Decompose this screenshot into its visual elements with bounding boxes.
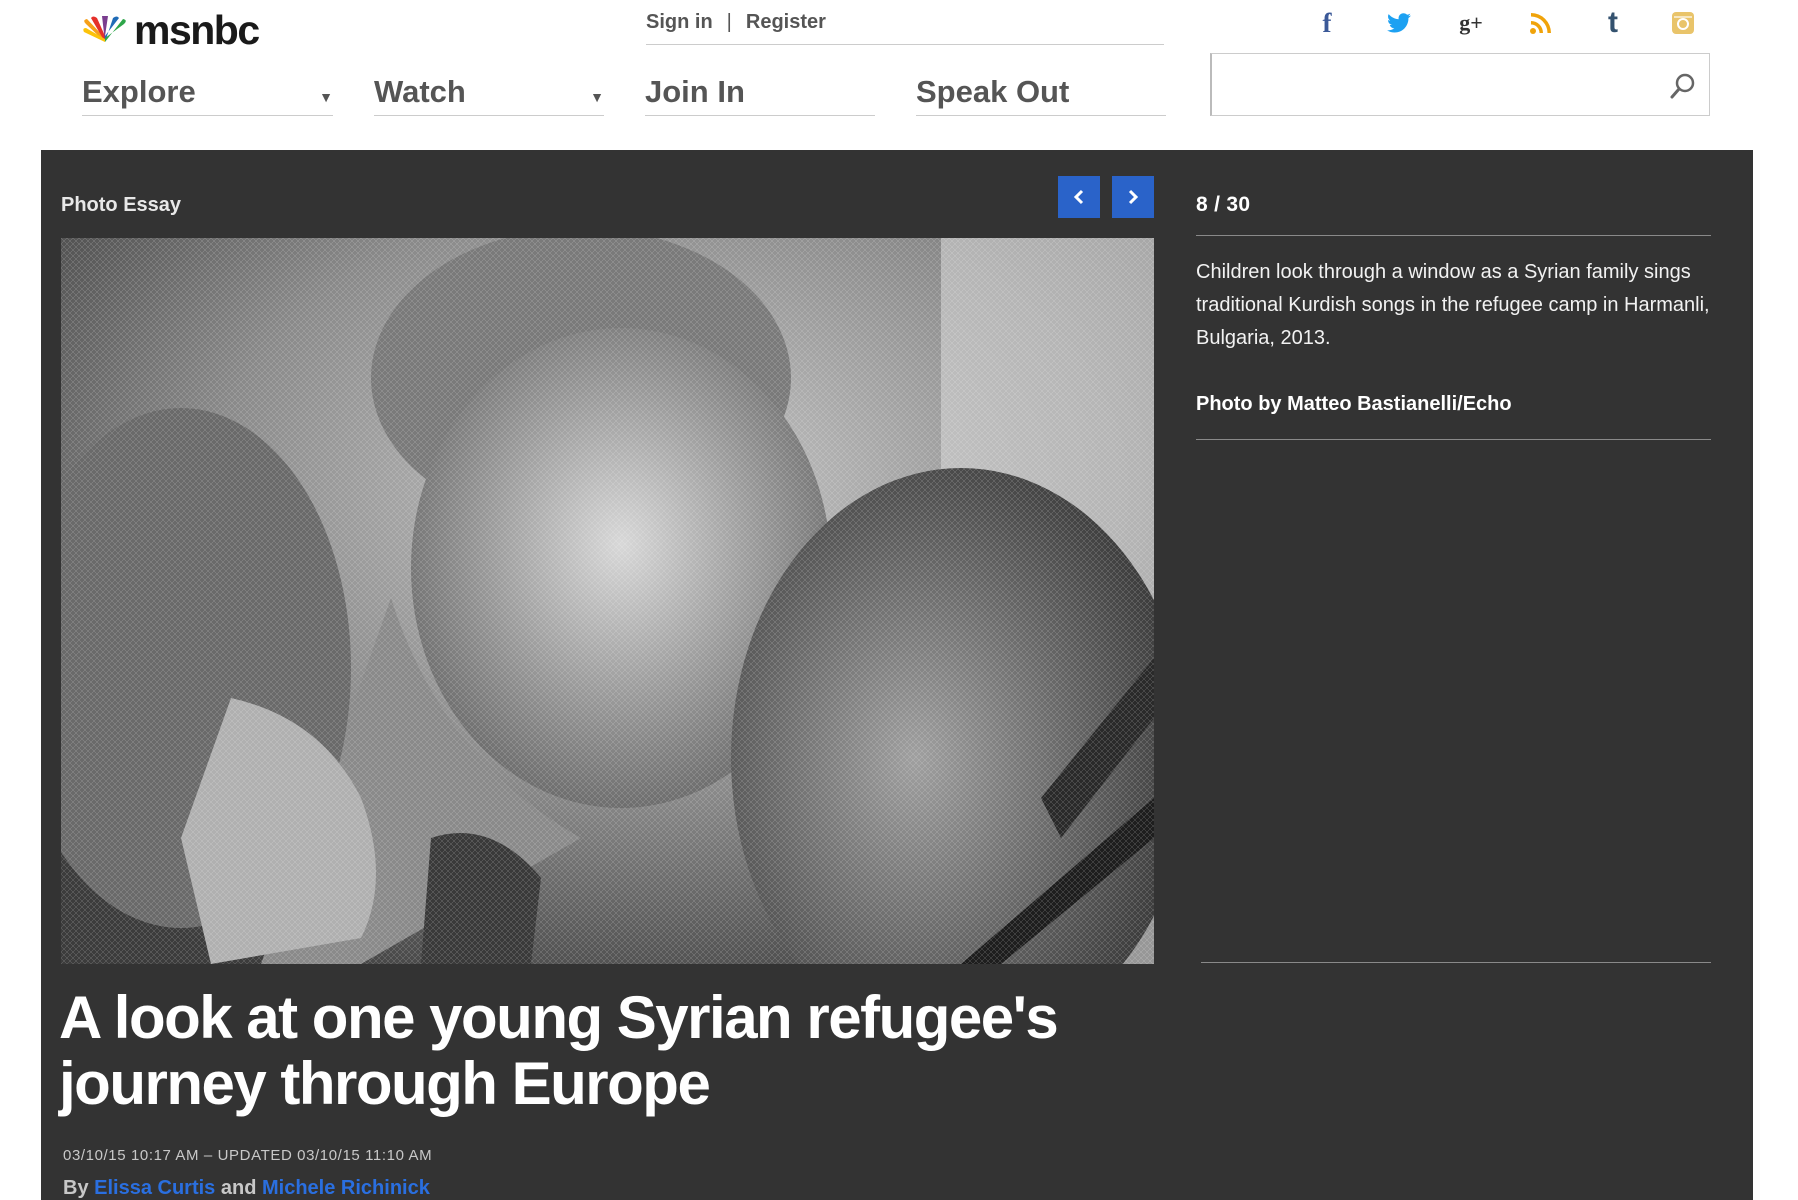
search-box: [1210, 53, 1710, 116]
sign-in-link[interactable]: Sign in: [646, 11, 713, 34]
section-label: Photo Essay: [61, 194, 182, 216]
nav-join-in-label: Join In: [645, 73, 745, 109]
search-icon[interactable]: [1669, 72, 1697, 100]
nav-speak-out-label: Speak Out: [916, 73, 1070, 109]
photo-counter: 8 / 30: [1196, 193, 1251, 216]
author-link-michele-richinick[interactable]: Michele Richinick: [262, 1177, 430, 1199]
rss-icon[interactable]: [1524, 6, 1558, 40]
register-link[interactable]: Register: [746, 11, 826, 34]
photo-essay-panel: Photo Essay 8 / 30 Children look through…: [41, 150, 1753, 1200]
social-links: f g+ t: [1310, 6, 1710, 40]
logo-text: msnbc: [134, 6, 260, 53]
account-links: Sign in | Register: [646, 0, 1164, 45]
nav-join-in[interactable]: Join In: [645, 68, 875, 116]
divider: [1196, 439, 1711, 440]
nav-watch-label: Watch: [374, 73, 466, 109]
byline-prefix: By: [63, 1177, 89, 1199]
msnbc-logo[interactable]: msnbc: [82, 6, 260, 53]
article-dateline: 03/10/15 10:17 AM – UPDATED 03/10/15 11:…: [63, 1147, 433, 1164]
tumblr-icon[interactable]: t: [1596, 6, 1630, 40]
nav-speak-out[interactable]: Speak Out: [916, 68, 1166, 116]
peacock-logo-icon: [82, 16, 128, 44]
photo-credit: Photo by Matteo Bastianelli/Echo: [1196, 393, 1512, 415]
nav-explore-label: Explore: [82, 73, 196, 109]
children-behind-window-photo: [61, 238, 1154, 964]
search-input[interactable]: [1212, 54, 1652, 114]
next-photo-button[interactable]: [1112, 176, 1154, 218]
instagram-icon[interactable]: [1666, 6, 1700, 40]
chevron-down-icon: ▼: [590, 88, 604, 105]
twitter-icon[interactable]: [1382, 6, 1416, 40]
gallery-photo[interactable]: [61, 238, 1154, 964]
author-link-elissa-curtis[interactable]: Elissa Curtis: [94, 1177, 215, 1199]
chevron-left-icon: [1073, 189, 1084, 205]
nav-explore[interactable]: Explore ▼: [82, 68, 333, 116]
chevron-down-icon: ▼: [319, 88, 333, 105]
byline-conjunction: and: [220, 1177, 257, 1199]
account-separator: |: [726, 10, 732, 33]
previous-photo-button[interactable]: [1058, 176, 1100, 218]
chevron-right-icon: [1128, 189, 1139, 205]
photo-caption: Children look through a window as a Syri…: [1196, 261, 1710, 349]
divider: [1201, 962, 1711, 963]
google-plus-icon[interactable]: g+: [1454, 6, 1488, 40]
article-headline: A look at one young Syrian refugee's jou…: [59, 984, 1059, 1117]
nav-watch[interactable]: Watch ▼: [374, 68, 604, 116]
article-byline: By Elissa Curtis and Michele Richinick: [63, 1177, 430, 1200]
facebook-icon[interactable]: f: [1310, 6, 1344, 40]
divider: [1196, 235, 1711, 236]
